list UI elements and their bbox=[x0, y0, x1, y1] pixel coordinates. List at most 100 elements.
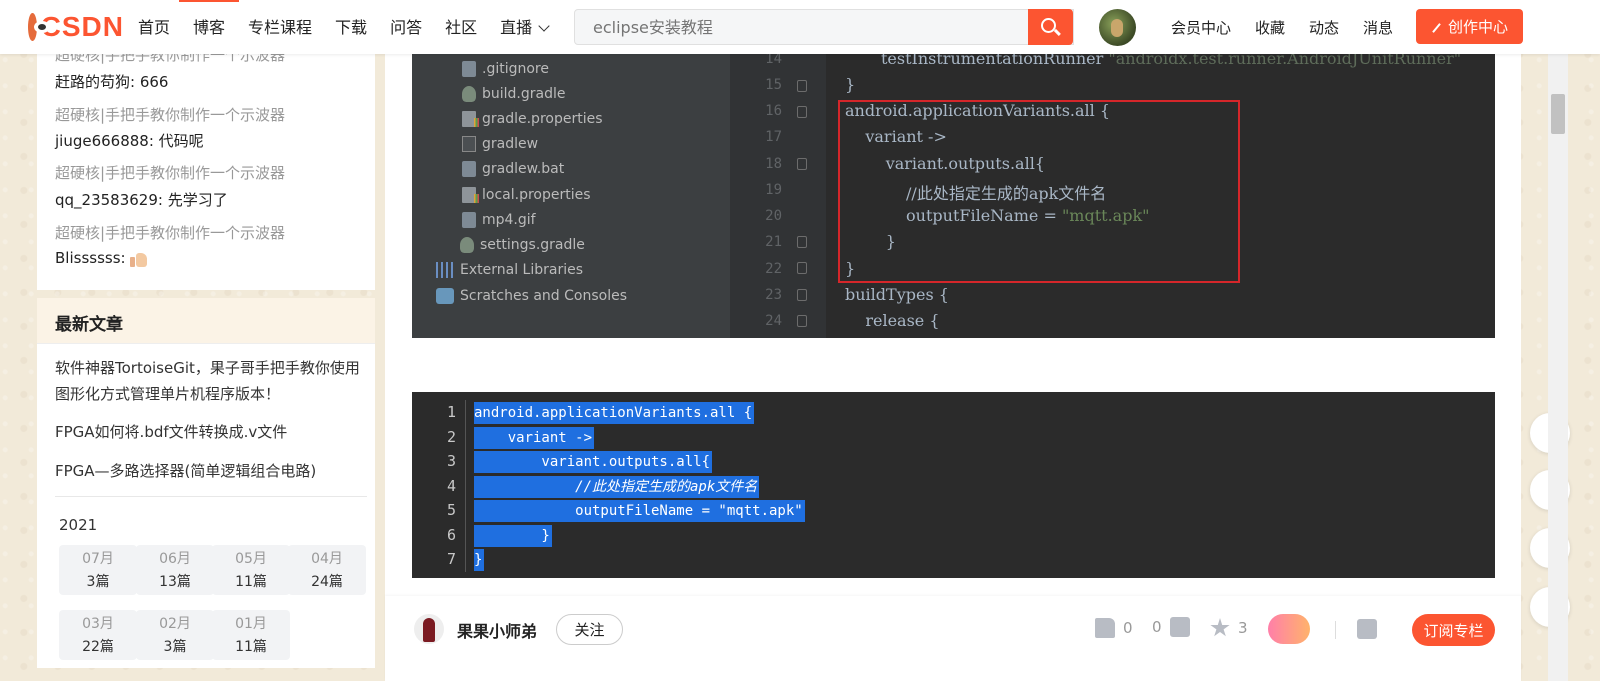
archive-month[interactable]: 03月 22篇 bbox=[59, 610, 137, 660]
search-input[interactable] bbox=[575, 10, 1015, 44]
nav-qa[interactable]: 问答 bbox=[390, 0, 422, 54]
search-box bbox=[574, 9, 1074, 45]
code-line-number: 1 bbox=[446, 403, 456, 421]
scrollbar-thumb[interactable] bbox=[1551, 94, 1565, 134]
line-number: 15 bbox=[765, 77, 782, 93]
archive-month[interactable]: 05月 11篇 bbox=[212, 545, 290, 595]
selected-code-line[interactable]: } bbox=[474, 549, 485, 571]
share-icon[interactable] bbox=[1357, 619, 1377, 639]
tree-item: .gitignore bbox=[462, 61, 549, 77]
selected-code-line[interactable]: outputFileName = "mqtt.apk" bbox=[474, 500, 805, 522]
subscribe-column-button[interactable]: 订阅专栏 bbox=[1412, 614, 1495, 646]
archive-month[interactable]: 01月 11篇 bbox=[212, 610, 290, 660]
divider bbox=[1335, 621, 1336, 639]
latest-article-link[interactable]: 软件神器TortoiseGit，果子哥手把手教你使用图形化方式管理单片机程序版本… bbox=[55, 355, 373, 407]
like-count: 0 bbox=[1123, 619, 1133, 637]
comment-text: 赶路的苟狗: 666 bbox=[55, 73, 169, 91]
comment-article-link[interactable]: 超硬核|手把手教你制作一个示波器 bbox=[55, 162, 285, 183]
tree-label: settings.gradle bbox=[480, 237, 585, 253]
fold-marker-icon bbox=[797, 236, 807, 248]
creator-center-button[interactable]: 创作中心 bbox=[1416, 9, 1523, 44]
divider bbox=[55, 496, 367, 497]
latest-articles-title: 最新文章 bbox=[55, 315, 123, 335]
creator-center-label: 创作中心 bbox=[1447, 18, 1508, 36]
article-action-bar: 果果小师弟 关注 0 0 3 订阅专栏 bbox=[385, 596, 1521, 681]
comment-article-link[interactable]: 超硬核|手把手教你制作一个示波器 bbox=[55, 222, 285, 243]
nav-live[interactable]: 直播 bbox=[500, 0, 550, 54]
fold-marker-icon bbox=[797, 158, 807, 170]
comment-button[interactable]: 0 bbox=[1152, 617, 1190, 637]
vip-center-link[interactable]: 会员中心 bbox=[1171, 17, 1231, 38]
tree-item: mp4.gif bbox=[462, 212, 536, 228]
comment-article-link[interactable]: 超硬核|手把手教你制作一个示波器 bbox=[55, 104, 285, 125]
thumbs-up-emoji-icon bbox=[129, 251, 148, 267]
scratches-icon bbox=[436, 288, 454, 304]
code-block[interactable]: 1 2 3 4 5 6 7 android.applicationVariant… bbox=[412, 392, 1495, 578]
search-button[interactable] bbox=[1028, 9, 1073, 45]
comment-text: jiuge666888: 代码呢 bbox=[55, 132, 204, 150]
nav-blog[interactable]: 博客 bbox=[179, 0, 240, 54]
tree-label: build.gradle bbox=[482, 86, 566, 102]
line-number: 23 bbox=[765, 287, 782, 303]
month-label: 07月 bbox=[82, 551, 114, 567]
selected-code-line[interactable]: android.applicationVariants.all { bbox=[474, 402, 755, 424]
latest-article-link[interactable]: FPGA—多路选择器(简单逻辑组合电路) bbox=[55, 458, 373, 484]
archive-month[interactable]: 02月 3篇 bbox=[136, 610, 214, 660]
tree-item: gradle.properties bbox=[462, 111, 603, 127]
latest-articles-card: 最新文章 软件神器TortoiseGit，果子哥手把手教你使用图形化方式管理单片… bbox=[37, 298, 375, 668]
code-line-number: 4 bbox=[446, 477, 456, 495]
activity-link[interactable]: 动态 bbox=[1309, 17, 1339, 38]
author-avatar[interactable] bbox=[414, 614, 444, 644]
author-name[interactable]: 果果小师弟 bbox=[457, 618, 537, 642]
selected-code-line[interactable]: //此处指定生成的apk文件名 bbox=[474, 476, 760, 498]
collect-button[interactable]: 3 bbox=[1210, 618, 1248, 638]
nav-community[interactable]: 社区 bbox=[445, 0, 477, 54]
messages-link[interactable]: 消息 bbox=[1363, 12, 1426, 38]
code-line: release { bbox=[845, 311, 940, 330]
messages-label: 消息 bbox=[1363, 18, 1394, 37]
favorites-link[interactable]: 收藏 bbox=[1255, 17, 1285, 38]
nav-download[interactable]: 下载 bbox=[335, 0, 367, 54]
user-avatar[interactable] bbox=[1099, 9, 1136, 46]
month-label: 03月 bbox=[82, 616, 114, 632]
csdn-logo[interactable]: CSDN bbox=[28, 11, 124, 43]
code-line-number: 6 bbox=[446, 526, 456, 544]
code-line: } bbox=[845, 75, 856, 94]
archive-month[interactable]: 06月 13篇 bbox=[136, 545, 214, 595]
selected-code-line[interactable]: variant.outputs.all{ bbox=[474, 451, 713, 473]
fold-marker-icon bbox=[797, 262, 807, 274]
user-links: 会员中心 收藏 动态 消息 bbox=[1171, 0, 1441, 54]
month-count: 24篇 bbox=[311, 574, 343, 590]
scrollbar-track[interactable] bbox=[1548, 54, 1568, 681]
tree-item: local.properties bbox=[462, 187, 591, 203]
file-icon bbox=[462, 61, 476, 77]
nav-home[interactable]: 首页 bbox=[138, 0, 170, 54]
latest-article-link[interactable]: FPGA如何将.bdf文件转换成.v文件 bbox=[55, 419, 373, 445]
tree-label: gradlew.bat bbox=[482, 161, 565, 177]
tree-label: mp4.gif bbox=[482, 212, 536, 228]
archive-month[interactable]: 07月 3篇 bbox=[59, 545, 137, 595]
comment-count: 0 bbox=[1152, 618, 1162, 636]
highlight-box bbox=[838, 100, 1240, 283]
tree-item: gradlew bbox=[462, 136, 538, 152]
article-content: .gitignore build.gradle gradle.propertie… bbox=[385, 0, 1521, 681]
selected-code-line[interactable]: } bbox=[474, 525, 552, 547]
selected-code-line[interactable]: variant -> bbox=[474, 427, 595, 449]
tree-label: External Libraries bbox=[460, 262, 583, 278]
like-button[interactable]: 0 bbox=[1095, 618, 1133, 638]
code-gutter-divider bbox=[465, 400, 466, 572]
follow-button[interactable]: 关注 bbox=[556, 614, 623, 645]
fold-marker-icon bbox=[797, 315, 807, 327]
recent-comments-card: 超硬核|手把手教你制作一个示波器 赶路的苟狗: 666 超硬核|手把手教你制作一… bbox=[37, 40, 375, 290]
code-line: buildTypes { bbox=[845, 285, 949, 304]
archive-month[interactable]: 04月 24篇 bbox=[288, 545, 366, 595]
tree-label: gradle.properties bbox=[482, 111, 603, 127]
reward-icon[interactable] bbox=[1268, 614, 1310, 644]
search-icon-handle bbox=[1054, 28, 1061, 36]
nav-courses[interactable]: 专栏课程 bbox=[248, 0, 312, 54]
line-number: 19 bbox=[765, 182, 782, 198]
tree-item: Scratches and Consoles bbox=[436, 288, 627, 304]
line-number: 20 bbox=[765, 208, 782, 224]
terminal-file-icon bbox=[462, 136, 476, 152]
line-number: 22 bbox=[765, 261, 782, 277]
